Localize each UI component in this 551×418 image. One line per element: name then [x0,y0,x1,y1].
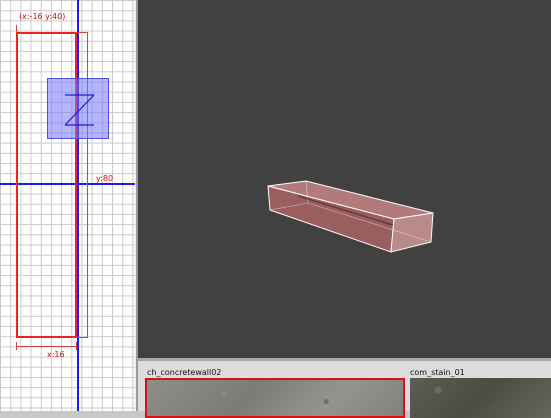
entity-box[interactable] [47,78,109,139]
entity-direction-icon [64,94,95,126]
dimension-tick-left [16,342,17,350]
dimension-tick-right [76,342,77,350]
texture-browser[interactable]: ch_concretewall02 com_stain_01 [138,358,551,418]
dimension-label-width: x:16 [47,350,65,359]
texture-thumbnail-selected[interactable] [145,378,405,418]
selected-brush-3d[interactable] [138,0,551,358]
dimension-label-height: y:80 [96,174,114,183]
texture-name-2: com_stain_01 [410,368,465,377]
dimension-line-width [16,346,77,347]
viewport-2d-top[interactable]: (x:-16 y:40) y:80 x:16 [0,0,135,411]
texture-name-1: ch_concretewall02 [147,368,222,377]
viewport-3d-camera[interactable] [138,0,551,358]
dimension-tick-top [16,25,17,32]
texture-thumbnail[interactable] [410,378,551,418]
coord-label-top: (x:-16 y:40) [19,12,66,21]
